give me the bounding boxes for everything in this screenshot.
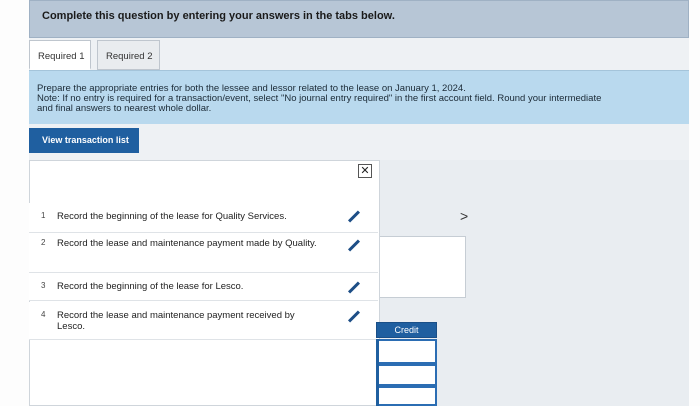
transaction-row-3[interactable]: 3 Record the beginning of the lease for …: [29, 273, 378, 301]
transaction-row-4[interactable]: 4 Record the lease and maintenance payme…: [29, 302, 378, 340]
transaction-number: 4: [41, 310, 46, 319]
transaction-row-1[interactable]: 1 Record the beginning of the lease for …: [29, 203, 378, 233]
pencil-icon[interactable]: [347, 210, 361, 223]
instructions-box: Prepare the appropriate entries for both…: [29, 70, 689, 124]
chevron-right-icon[interactable]: >: [460, 208, 468, 224]
transaction-text: Record the lease and maintenance payment…: [57, 310, 295, 332]
close-icon[interactable]: ✕: [358, 164, 372, 178]
pencil-icon[interactable]: [347, 239, 361, 252]
credit-header: Credit: [376, 322, 437, 338]
transaction-number: 1: [41, 211, 46, 220]
transaction-number: 2: [41, 238, 46, 247]
transaction-row-2[interactable]: 2 Record the lease and maintenance payme…: [29, 233, 378, 273]
credit-input[interactable]: [376, 339, 437, 364]
transaction-number: 3: [41, 281, 46, 290]
transaction-text: Record the beginning of the lease for Qu…: [57, 211, 287, 222]
column-edge: [376, 339, 379, 406]
question-header: Complete this question by entering your …: [29, 0, 689, 38]
credit-column: Credit: [376, 322, 437, 406]
pencil-icon[interactable]: [347, 281, 361, 294]
credit-input[interactable]: [376, 386, 437, 406]
pencil-icon[interactable]: [347, 310, 361, 323]
transaction-text: Record the lease and maintenance payment…: [57, 238, 317, 249]
credit-input[interactable]: [376, 364, 437, 386]
question-title: Complete this question by entering your …: [42, 10, 395, 22]
view-transaction-list-button[interactable]: View transaction list: [29, 128, 139, 153]
question-page: Complete this question by entering your …: [0, 0, 700, 406]
tab-required-1[interactable]: Required 1: [29, 40, 91, 70]
transaction-text: Record the beginning of the lease for Le…: [57, 281, 244, 292]
tab-required-2[interactable]: Required 2: [97, 40, 160, 70]
instruction-note-line: and final answers to nearest whole dolla…: [37, 103, 212, 114]
journal-entry-panel: [379, 236, 466, 298]
